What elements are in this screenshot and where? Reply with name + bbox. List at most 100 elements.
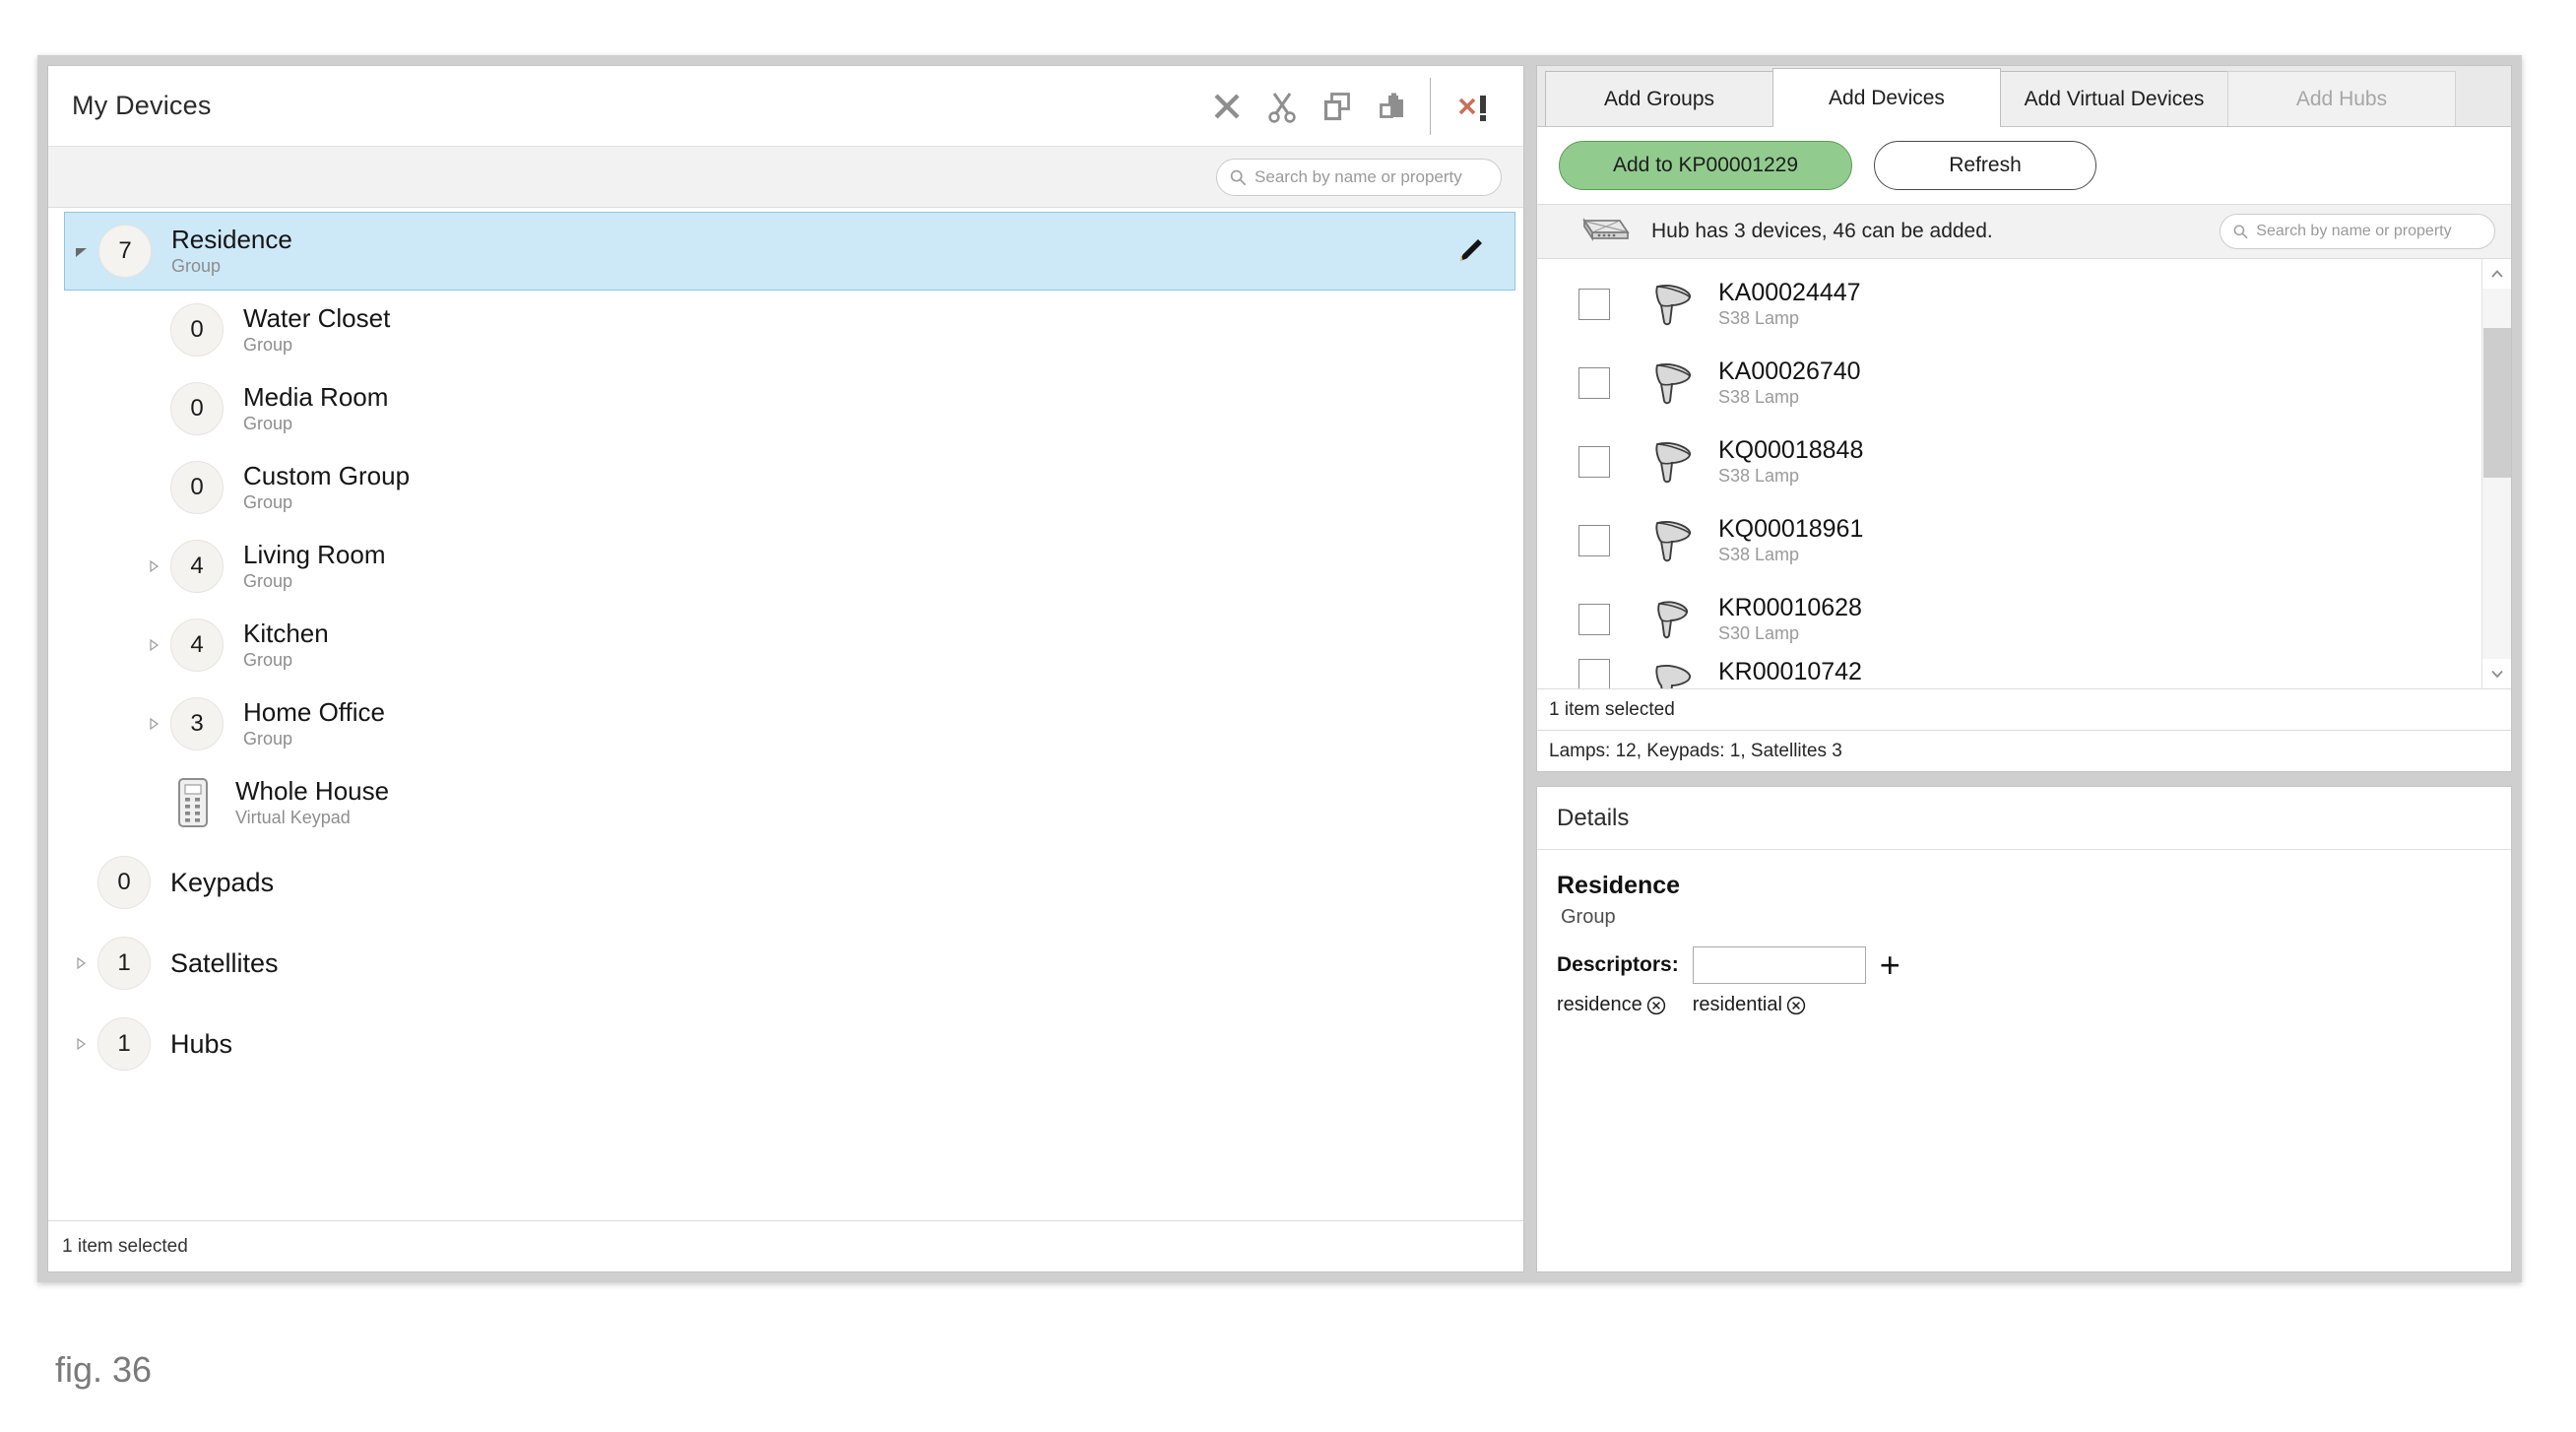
devices-search-box[interactable] [1216, 159, 1502, 196]
device-row[interactable]: KR00010628 S30 Lamp [1537, 580, 2481, 659]
tree-item-home-office[interactable]: 3 Home Office Group [48, 684, 1523, 763]
device-row[interactable]: KR00010742 [1537, 659, 2481, 688]
device-checkbox[interactable] [1578, 289, 1610, 320]
tree-item-living-room[interactable]: 4 Living Room Group [48, 527, 1523, 606]
tree-item-residence[interactable]: 7 Residence Group [64, 212, 1515, 291]
scrollbar-track[interactable] [2482, 289, 2512, 659]
remove-descriptor-button[interactable] [1645, 995, 1667, 1016]
tree-item-count: 1 [97, 1017, 151, 1071]
tab-add-devices[interactable]: Add Devices [1772, 68, 2001, 127]
hub-status-bar: Hub has 3 devices, 46 can be added. [1537, 204, 2511, 259]
tree-item-count: 0 [170, 461, 224, 514]
add-to-keypad-label: Add to KP00001229 [1613, 154, 1798, 177]
refresh-button[interactable]: Refresh [1874, 141, 2096, 190]
tree-item-label: Hubs [170, 1030, 232, 1058]
details-subtitle: Group [1561, 906, 2511, 929]
device-name: KR00010742 [1718, 659, 1862, 685]
device-type: S30 Lamp [1718, 624, 1862, 643]
close-circle-icon [1785, 995, 1807, 1016]
descriptor-row: Descriptors: + [1557, 946, 2511, 984]
tree-item-type: Virtual Keypad [235, 809, 389, 827]
details-body: Residence Group Descriptors: + residence [1537, 850, 2511, 1016]
descriptor-chip: residence [1557, 994, 1667, 1016]
add-panel-tabs: Add Groups Add Devices Add Virtual Devic… [1537, 66, 2511, 127]
paste-button[interactable] [1365, 79, 1420, 134]
tree-item-satellites[interactable]: 1 Satellites [48, 923, 1523, 1004]
cut-button[interactable] [1255, 79, 1310, 134]
hub-status-text: Hub has 3 devices, 46 can be added. [1651, 220, 1993, 243]
tree-item-hubs[interactable]: 1 Hubs [48, 1004, 1523, 1084]
my-devices-panel: My Devices [47, 65, 1524, 1272]
rename-button[interactable] [1451, 232, 1489, 270]
tree-item-count: 1 [97, 937, 151, 990]
device-tree: 7 Residence Group 0 [48, 208, 1523, 1220]
copy-button[interactable] [1310, 79, 1365, 134]
device-row[interactable]: KA00024447 S38 Lamp [1537, 265, 2481, 344]
tree-item-label: Water Closet [243, 305, 390, 332]
virtual-keypad-icon [170, 775, 216, 830]
devices-status-bar: 1 item selected [48, 1220, 1523, 1271]
error-button[interactable] [1447, 79, 1502, 134]
chevron-down-icon [2490, 669, 2504, 679]
tab-add-hubs: Add Hubs [2227, 71, 2456, 126]
device-row[interactable]: KQ00018848 S38 Lamp [1537, 423, 2481, 501]
tree-item-label: Residence [171, 227, 292, 253]
tree-item-count: 4 [170, 540, 224, 593]
twisty-expanded-icon[interactable] [65, 243, 98, 259]
tree-item-type: Group [171, 257, 292, 276]
tree-item-label: Whole House [235, 778, 389, 805]
scroll-up-button[interactable] [2482, 259, 2512, 289]
cut-icon [1264, 89, 1300, 124]
tree-item-type: Group [243, 651, 329, 670]
device-checkbox[interactable] [1578, 367, 1610, 399]
device-name: KQ00018961 [1718, 516, 1863, 543]
descriptor-chip-label: residence [1557, 994, 1642, 1016]
device-checkbox[interactable] [1578, 446, 1610, 478]
tree-item-count: 3 [170, 697, 224, 750]
tree-item-custom-group[interactable]: 0 Custom Group Group [48, 448, 1523, 527]
tree-item-water-closet[interactable]: 0 Water Closet Group [48, 291, 1523, 369]
add-to-keypad-button[interactable]: Add to KP00001229 [1559, 141, 1852, 190]
error-icon [1454, 89, 1494, 124]
lamp-icon [1642, 358, 1703, 409]
add-panel-search-input[interactable] [2256, 223, 2482, 240]
tree-item-keypads[interactable]: 0 Keypads [48, 842, 1523, 923]
devices-search-bar [48, 147, 1523, 208]
twisty-collapsed-icon[interactable] [137, 637, 170, 653]
tree-item-type: Group [243, 336, 390, 355]
device-checkbox[interactable] [1578, 604, 1610, 635]
add-descriptor-button[interactable]: + [1880, 952, 1900, 977]
delete-button[interactable] [1199, 79, 1255, 134]
device-type: S38 Lamp [1718, 546, 1863, 564]
device-row[interactable]: KQ00018961 S38 Lamp [1537, 501, 2481, 580]
close-circle-icon [1645, 995, 1667, 1016]
tree-item-kitchen[interactable]: 4 Kitchen Group [48, 606, 1523, 684]
twisty-collapsed-icon[interactable] [137, 558, 170, 574]
tree-item-count: 0 [170, 303, 224, 357]
twisty-collapsed-icon[interactable] [64, 1036, 97, 1052]
scrollbar-thumb[interactable] [2483, 328, 2511, 478]
pencil-icon [1451, 232, 1489, 270]
device-list-scrollbar[interactable] [2481, 259, 2511, 688]
twisty-collapsed-icon[interactable] [64, 955, 97, 971]
device-row[interactable]: KA00026740 S38 Lamp [1537, 344, 2481, 423]
add-panel-actions: Add to KP00001229 Refresh [1537, 127, 2511, 204]
figure-root: My Devices [0, 0, 2576, 1432]
add-panel-search-box[interactable] [2220, 214, 2495, 249]
scroll-down-button[interactable] [2482, 659, 2512, 688]
devices-search-input[interactable] [1255, 167, 1489, 187]
tree-item-label: Custom Group [243, 463, 410, 489]
add-panel-counts-status: Lamps: 12, Keypads: 1, Satellites 3 [1537, 730, 2511, 771]
descriptor-input[interactable] [1693, 946, 1866, 984]
descriptors-label: Descriptors: [1557, 953, 1679, 977]
tree-item-media-room[interactable]: 0 Media Room Group [48, 369, 1523, 448]
details-panel: Details Residence Group Descriptors: + r… [1536, 786, 2512, 1272]
remove-descriptor-button[interactable] [1785, 995, 1807, 1016]
tab-add-virtual-devices[interactable]: Add Virtual Devices [2000, 71, 2228, 126]
device-name: KA00024447 [1718, 280, 1861, 306]
device-checkbox[interactable] [1578, 525, 1610, 556]
tab-add-groups[interactable]: Add Groups [1545, 71, 1773, 126]
twisty-collapsed-icon[interactable] [137, 716, 170, 732]
device-checkbox[interactable] [1578, 659, 1610, 688]
tree-item-whole-house[interactable]: Whole House Virtual Keypad [48, 763, 1523, 842]
